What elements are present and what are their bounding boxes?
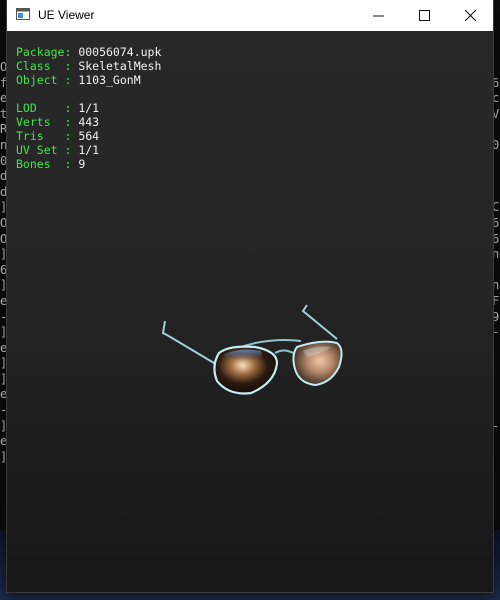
minimize-button[interactable] (355, 0, 401, 31)
stats-label: Bones : (16, 157, 79, 171)
mesh-info-overlay: Package: 00056074.upk Class : SkeletalMe… (16, 45, 161, 171)
stats-label: UV Set : (16, 143, 79, 157)
stats-label: LOD : (16, 101, 79, 115)
info-row-package: Package: 00056074.upk (16, 45, 161, 59)
minimize-icon (372, 15, 384, 17)
stats-row-bones: Bones : 9 (16, 157, 161, 171)
info-label: Package: (16, 45, 79, 59)
stats-value: 9 (78, 157, 86, 171)
ue-viewer-window[interactable]: UE Viewer Package: 00056074.upk Class : … (7, 0, 493, 592)
stats-value: 443 (78, 115, 100, 129)
stats-row-verts: Verts : 443 (16, 115, 161, 129)
stats-row-uvset: UV Set : 1/1 (16, 143, 161, 157)
window-app-icon (16, 8, 30, 20)
close-button[interactable] (447, 0, 493, 31)
title-bar[interactable]: UE Viewer (7, 0, 493, 31)
info-row-object: Object : 1103_GonM (16, 73, 161, 87)
3d-viewport[interactable]: Package: 00056074.upk Class : SkeletalMe… (7, 31, 493, 592)
close-icon (464, 10, 476, 21)
maximize-button[interactable] (401, 0, 447, 31)
info-value: 1103_GonM (78, 73, 141, 87)
stats-row-lod: LOD : 1/1 (16, 101, 161, 115)
stats-label: Verts : (16, 115, 79, 129)
stats-value: 1/1 (78, 143, 100, 157)
window-title: UE Viewer (38, 8, 95, 22)
info-value: 00056074.upk (78, 45, 162, 59)
background-console-right: 6 c V 0 C 6 6 n n F 9 - - (492, 75, 500, 433)
stats-value: 564 (78, 129, 100, 143)
info-label: Object : (16, 73, 79, 87)
stats-label: Tris : (16, 129, 79, 143)
info-label: Class : (16, 59, 79, 73)
sunglasses-model[interactable] (147, 271, 347, 401)
maximize-icon (418, 10, 430, 21)
info-value: SkeletalMesh (78, 59, 162, 73)
stats-value: 1/1 (78, 101, 100, 115)
info-row-class: Class : SkeletalMesh (16, 59, 161, 73)
stats-row-tris: Tris : 564 (16, 129, 161, 143)
